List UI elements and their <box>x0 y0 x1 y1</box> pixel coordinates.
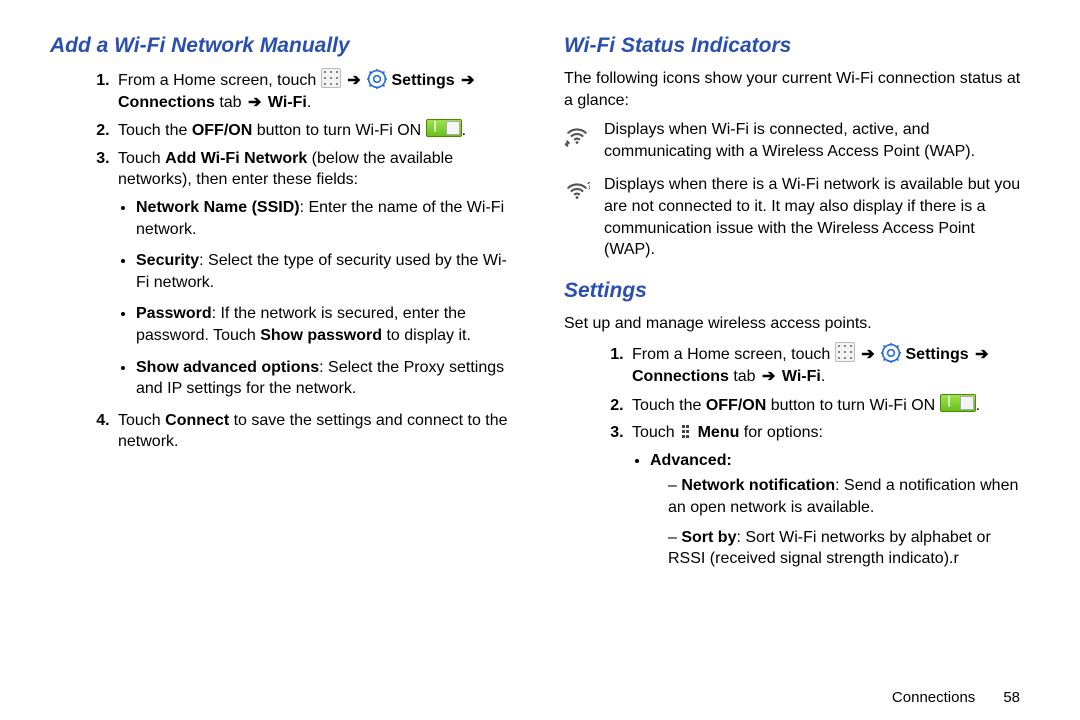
bullet-advanced-menu: Advanced: Network notification: Send a n… <box>650 450 1030 570</box>
svg-text:?: ? <box>587 181 590 192</box>
gear-icon <box>881 343 901 363</box>
bullet-security: Security: Select the type of security us… <box>136 250 516 293</box>
right-step-2: Touch the OFF/ON button to turn Wi-Fi ON… <box>628 394 1030 417</box>
advanced-sublist: Network notification: Send a notificatio… <box>650 475 1030 569</box>
toggle-on-icon <box>940 394 976 412</box>
left-step-2: Touch the OFF/ON button to turn Wi-Fi ON… <box>114 119 516 142</box>
left-steps: From a Home screen, touch ➔ Settings ➔ C… <box>50 68 516 453</box>
left-step-3: Touch Add Wi-Fi Network (below the avail… <box>114 148 516 400</box>
apps-grid-icon <box>835 342 855 362</box>
left-step-4: Touch Connect to save the settings and c… <box>114 410 516 453</box>
page-footer: Connections 58 <box>892 689 1020 706</box>
arrow-icon: ➔ <box>973 344 990 366</box>
wifi-indicator-available: ? Displays when there is a Wi-Fi network… <box>564 174 1030 260</box>
left-step3-bullets: Network Name (SSID): Enter the name of t… <box>118 197 516 400</box>
heading-settings: Settings <box>564 279 1030 303</box>
bullet-ssid: Network Name (SSID): Enter the name of t… <box>136 197 516 240</box>
right-column: Wi-Fi Status Indicators The following ic… <box>564 34 1030 580</box>
dash-sort-by: Sort by: Sort Wi-Fi networks by alphabet… <box>668 527 1030 570</box>
right-step-3: Touch Menu for options: Advanced: Networ… <box>628 422 1030 570</box>
heading-add-wifi: Add a Wi-Fi Network Manually <box>50 34 516 58</box>
left-step-1: From a Home screen, touch ➔ Settings ➔ C… <box>114 68 516 113</box>
left-column: Add a Wi-Fi Network Manually From a Home… <box>50 34 516 580</box>
right-steps: From a Home screen, touch ➔ Settings ➔ C… <box>564 342 1030 569</box>
arrow-icon: ➔ <box>859 344 876 366</box>
bullet-advanced: Show advanced options: Select the Proxy … <box>136 357 516 400</box>
wifi-indicator-active: Displays when Wi-Fi is connected, active… <box>564 119 1030 162</box>
footer-section: Connections <box>892 689 975 706</box>
settings-intro: Set up and manage wireless access points… <box>564 313 1030 335</box>
arrow-icon: ➔ <box>459 70 476 92</box>
right-step3-bullets: Advanced: Network notification: Send a n… <box>632 450 1030 570</box>
status-intro: The following icons show your current Wi… <box>564 68 1030 111</box>
gear-icon <box>367 69 387 89</box>
dash-network-notification: Network notification: Send a notificatio… <box>668 475 1030 518</box>
wifi-active-icon <box>564 119 592 162</box>
arrow-icon: ➔ <box>760 366 777 388</box>
bullet-password: Password: If the network is secured, ent… <box>136 303 516 346</box>
arrow-icon: ➔ <box>246 92 263 114</box>
apps-grid-icon <box>321 68 341 88</box>
toggle-on-icon <box>426 119 462 137</box>
wifi-available-icon: ? <box>564 174 592 260</box>
arrow-icon: ➔ <box>345 70 362 92</box>
heading-wifi-status: Wi-Fi Status Indicators <box>564 34 1030 58</box>
right-step-1: From a Home screen, touch ➔ Settings ➔ C… <box>628 342 1030 387</box>
footer-page-number: 58 <box>1003 689 1020 706</box>
menu-dots-icon <box>679 424 693 440</box>
